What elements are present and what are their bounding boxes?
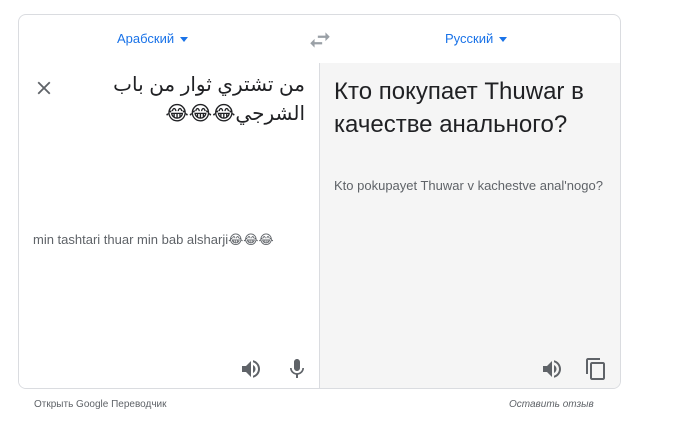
chevron-down-icon bbox=[180, 36, 189, 42]
translate-card: Арабский Русский من تشتري ثوار من باب ال… bbox=[18, 14, 621, 389]
voice-input-button[interactable] bbox=[285, 357, 309, 381]
copy-icon bbox=[586, 358, 605, 380]
source-language-selector[interactable]: Арабский bbox=[117, 31, 189, 46]
source-language-label: Арабский bbox=[117, 31, 175, 46]
clear-source-button[interactable] bbox=[33, 77, 55, 99]
target-panel: Кто покупает Thuwar в качестве анального… bbox=[319, 63, 620, 388]
close-icon bbox=[37, 81, 51, 95]
source-transliteration: min tashtari thuar min bab alsharji😂😂😂 bbox=[33, 232, 274, 247]
language-bar: Арабский Русский bbox=[19, 15, 620, 64]
listen-source-button[interactable] bbox=[239, 357, 263, 381]
translated-text: Кто покупает Thuwar в качестве анального… bbox=[334, 78, 584, 138]
copy-translation-button[interactable] bbox=[584, 357, 608, 381]
source-panel: من تشتري ثوار من باب الشرجي😂😂😂 min tasht… bbox=[19, 63, 319, 388]
target-language-label: Русский bbox=[445, 31, 494, 46]
chevron-down-icon bbox=[499, 36, 508, 42]
target-language-selector[interactable]: Русский bbox=[445, 31, 508, 46]
send-feedback-link[interactable]: Оставить отзыв bbox=[509, 399, 594, 410]
swap-languages-button[interactable] bbox=[307, 27, 333, 53]
speaker-icon bbox=[242, 360, 260, 378]
source-text[interactable]: من تشتري ثوار من باب الشرجي😂😂😂 bbox=[79, 71, 305, 129]
swap-arrows-icon bbox=[310, 32, 330, 48]
listen-translation-button[interactable] bbox=[540, 357, 564, 381]
speaker-icon bbox=[543, 360, 561, 378]
microphone-icon bbox=[290, 359, 304, 378]
open-google-translate-link[interactable]: Открыть Google Переводчик bbox=[34, 399, 167, 410]
target-transliteration: Kto pokupayet Thuwar v kachestve anal'no… bbox=[334, 178, 603, 193]
